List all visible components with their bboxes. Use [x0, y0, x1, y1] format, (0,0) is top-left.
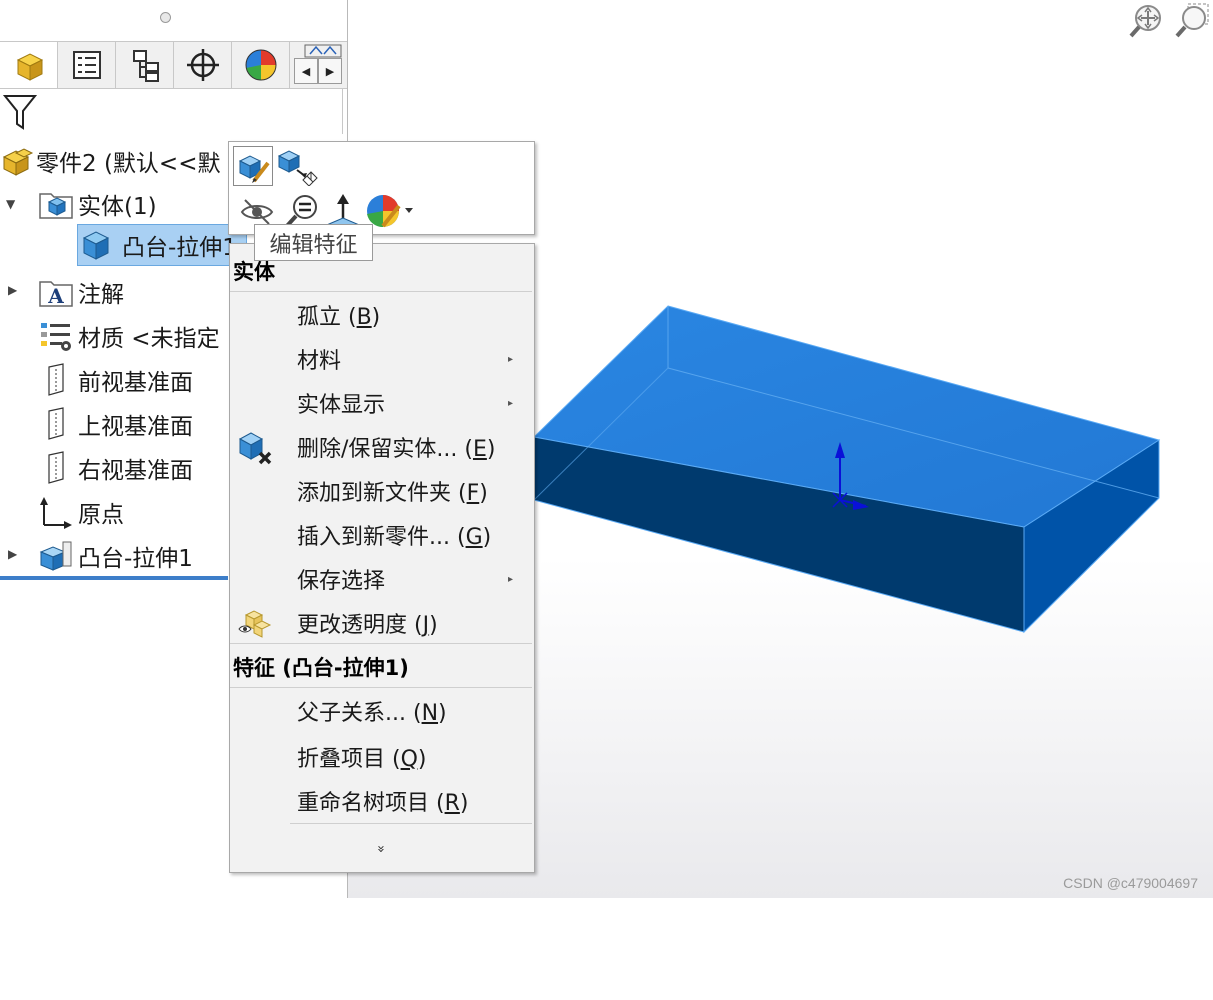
tree-item-label: 材质 <未指定	[78, 326, 220, 352]
configuration-manager-icon	[132, 50, 159, 82]
plane-icon	[38, 362, 74, 398]
menu-item-label: 实体显示	[297, 393, 386, 418]
context-menu: 实体 孤立 (B) 材料 ▸ 实体显示 ▸ 删除/保留实体... (E) 添加到…	[229, 243, 535, 873]
extrude-feature-icon	[38, 538, 74, 574]
menu-item-label: 折叠项目 (Q)	[297, 747, 427, 772]
edit-sketch-icon	[277, 150, 318, 187]
tab-configuration-manager[interactable]	[116, 42, 174, 88]
tree-item-part[interactable]: 零件2 (默认<<默	[0, 141, 220, 181]
tree-item-label: 实体(1)	[78, 194, 157, 220]
tree-item-solid-bodies[interactable]: 实体(1)	[38, 184, 157, 224]
tree-item-label: 右视基准面	[78, 458, 193, 484]
tab-scroll-left-button[interactable]: ◀	[294, 58, 318, 84]
expand-menu-button[interactable]: »	[366, 698, 396, 1000]
menu-item-label: 添加到新文件夹 (F)	[297, 481, 488, 506]
chevron-double-down-icon: »	[373, 845, 389, 853]
menu-item-label: 更改透明度 (J)	[297, 613, 438, 638]
tree-item-right-plane[interactable]: 右视基准面	[38, 448, 193, 488]
tab-display-manager[interactable]	[232, 42, 290, 88]
tab-scroll-right-button[interactable]: ▶	[318, 58, 342, 84]
origin-icon	[38, 494, 74, 530]
menu-item-label: 保存选择	[297, 569, 386, 594]
solid-bodies-folder-icon	[38, 186, 74, 222]
zoom-to-area-button[interactable]	[1174, 2, 1210, 40]
tree-item-label: 原点	[78, 502, 124, 528]
tree-item-annotations[interactable]: A 注解	[38, 272, 124, 312]
part-icon	[0, 143, 36, 179]
material-icon	[38, 318, 74, 354]
display-manager-icon	[245, 49, 276, 81]
zoom-area-icon	[1175, 3, 1209, 38]
context-mini-toolbar	[228, 141, 535, 235]
menu-section-feature: 特征 (凸台-拉伸1)	[233, 656, 409, 680]
edit-feature-button[interactable]	[233, 146, 273, 186]
manager-tabs: ◀ ▶	[0, 41, 347, 89]
menu-item-delete-keep-body[interactable]: 删除/保留实体... (E)	[230, 427, 532, 467]
menu-separator	[230, 643, 532, 644]
edit-sketch-button[interactable]	[277, 146, 319, 187]
tooltip: 编辑特征	[254, 224, 373, 261]
annotations-icon: A	[38, 274, 74, 310]
menu-separator	[230, 687, 532, 688]
edit-feature-icon	[238, 155, 270, 183]
menu-item-change-transparency[interactable]: 更改透明度 (J)	[230, 603, 532, 643]
tab-overflow-icon	[304, 44, 342, 58]
rollback-bar[interactable]	[0, 576, 228, 580]
tree-item-top-plane[interactable]: 上视基准面	[38, 404, 193, 444]
zoom-fit-icon	[1129, 5, 1161, 38]
tree-item-label: 前视基准面	[78, 370, 193, 396]
tab-dimxpert-manager[interactable]	[174, 42, 232, 88]
menu-item-body-display[interactable]: 实体显示 ▸	[230, 383, 532, 423]
expand-down-icon[interactable]: ▼	[6, 197, 15, 211]
property-manager-icon	[72, 51, 101, 79]
menu-item-label: 插入到新零件... (G)	[297, 525, 492, 550]
tree-item-front-plane[interactable]: 前视基准面	[38, 360, 193, 400]
menu-item-label: 孤立 (B)	[297, 305, 381, 330]
filter-row	[0, 88, 343, 134]
submenu-arrow-icon: ▸	[507, 573, 513, 585]
menu-item-material[interactable]: 材料 ▸	[230, 339, 532, 379]
delete-body-icon	[238, 432, 272, 465]
tree-item-label: 注解	[78, 282, 124, 308]
tab-feature-manager[interactable]	[0, 42, 58, 88]
tab-scroll-area: ◀ ▶	[292, 42, 347, 88]
menu-item-insert-into-new-part[interactable]: 插入到新零件... (G)	[230, 515, 532, 555]
svg-text:A: A	[47, 284, 64, 308]
tree-item-label: 上视基准面	[78, 414, 193, 440]
submenu-arrow-icon: ▸	[507, 397, 513, 409]
menu-item-save-selection[interactable]: 保存选择 ▸	[230, 559, 532, 599]
transparency-icon	[238, 610, 272, 638]
menu-separator	[230, 291, 532, 292]
dimxpert-manager-icon	[186, 49, 219, 81]
filter-icon[interactable]	[2, 92, 38, 132]
tree-item-label: 凸台-拉伸1	[122, 235, 237, 261]
tree-item-material[interactable]: 材质 <未指定	[38, 316, 220, 356]
arrow-left-icon: ◀	[301, 64, 311, 78]
tree-item-label: 零件2 (默认<<默	[36, 151, 221, 177]
tree-item-body-boss-extrude[interactable]: 凸台-拉伸1	[77, 224, 247, 266]
tree-item-origin[interactable]: 原点	[38, 492, 124, 532]
watermark-text: CSDN @c479004697	[1063, 875, 1198, 891]
menu-item-add-to-folder[interactable]: 添加到新文件夹 (F)	[230, 471, 532, 511]
tree-item-boss-extrude[interactable]: 凸台-拉伸1	[38, 536, 193, 576]
menu-item-label: 材料	[297, 349, 342, 374]
feature-manager-icon	[16, 53, 43, 81]
tree-item-label: 凸台-拉伸1	[78, 546, 193, 572]
plane-icon	[38, 406, 74, 442]
zoom-to-fit-button[interactable]	[1128, 2, 1164, 40]
tab-property-manager[interactable]	[58, 42, 116, 88]
menu-item-isolate[interactable]: 孤立 (B)	[230, 295, 532, 335]
expand-right-icon[interactable]: ▶	[8, 547, 17, 561]
menu-separator	[290, 823, 532, 824]
submenu-arrow-icon: ▸	[507, 353, 513, 365]
menu-item-label: 删除/保留实体... (E)	[297, 437, 496, 462]
panel-grip-handle[interactable]	[160, 12, 171, 23]
plane-icon	[38, 450, 74, 486]
solid-body-icon	[78, 227, 114, 263]
expand-right-icon[interactable]: ▶	[8, 283, 17, 297]
arrow-right-icon: ▶	[325, 64, 335, 78]
